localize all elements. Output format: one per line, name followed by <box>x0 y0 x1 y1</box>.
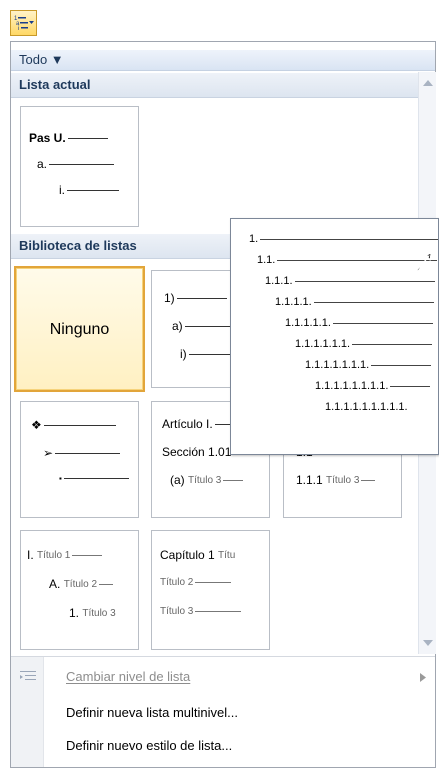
submenu-arrow-icon <box>420 673 426 682</box>
change-level-icon <box>20 671 36 680</box>
filter-bar[interactable]: Todo ▼ <box>11 50 435 71</box>
mouse-cursor-icon <box>416 252 432 272</box>
multilevel-list-button[interactable]: 1 a i <box>10 10 37 36</box>
list-chapter-tile[interactable]: Capítulo 1 Títu Título 2 Título 3 <box>151 530 270 650</box>
menu-change-list-level[interactable]: Cambiar nivel de lista <box>11 664 435 690</box>
list-none-tile[interactable]: Ninguno <box>14 266 145 392</box>
scroll-up-icon[interactable] <box>423 80 433 86</box>
menu-separator <box>11 656 435 657</box>
scroll-down-icon[interactable] <box>423 640 433 646</box>
list-preview-tooltip: 1. 1.1. 1.1.1. 1.1.1.1. 1.1.1.1.1. 1.1.1… <box>230 218 439 455</box>
menu-define-new-multilevel-list[interactable]: Definir nueva lista multinivel... <box>11 700 435 726</box>
list-roman-tile[interactable]: I. Título 1 A. Título 2 1. Título 3 <box>20 530 139 650</box>
multilevel-list-icon: 1 a i <box>14 16 34 32</box>
menu-define-new-list-style[interactable]: Definir nuevo estilo de lista... <box>11 733 435 759</box>
list-bullets-tile[interactable]: ❖ ➢ ▪ <box>20 401 139 518</box>
svg-text:i: i <box>18 26 19 32</box>
current-list-tile[interactable]: Pas U. a. i. <box>20 106 139 227</box>
section-header-current: Lista actual <box>11 73 418 98</box>
filter-dropdown[interactable]: Todo ▼ <box>19 52 64 67</box>
